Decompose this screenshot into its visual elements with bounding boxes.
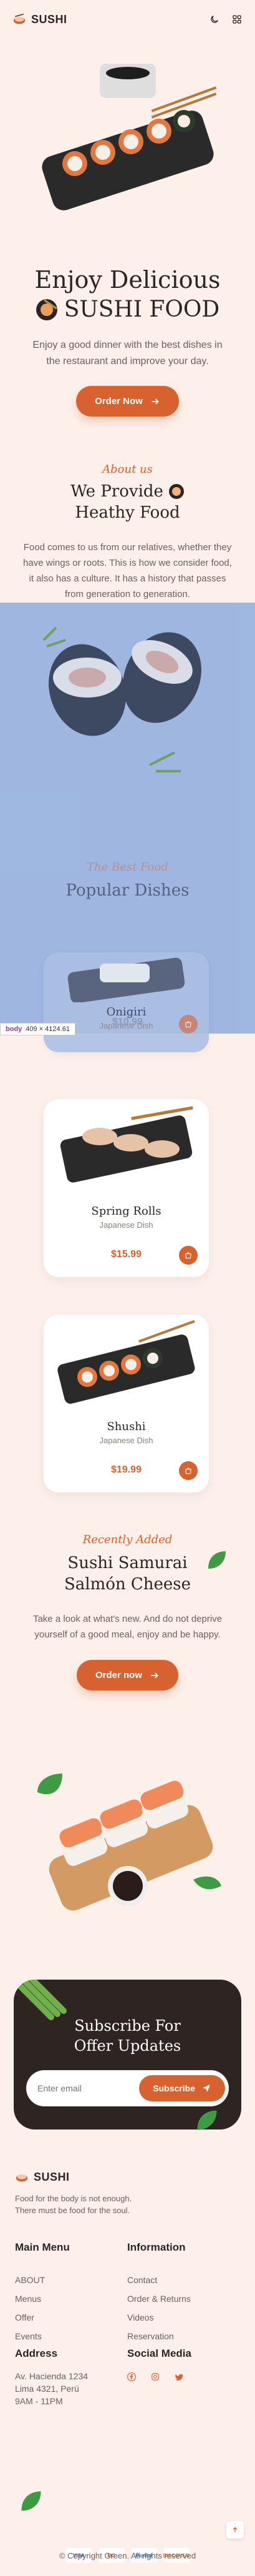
shopping-bag-icon (185, 1468, 191, 1474)
address-text: Av. Hacienda 1234 Lima 4321, Perú 9AM - … (15, 2370, 127, 2407)
dish-card-onigiri[interactable]: Onigiri Japanese Dish (44, 952, 209, 1052)
address-line2: Lima 4321, Perú (15, 2384, 79, 2394)
footer-link-events[interactable]: Events (15, 2331, 127, 2341)
about-text: Food comes to us from our relatives, whe… (23, 542, 232, 600)
site-footer: SUSHI Food for the body is not enough. T… (0, 2170, 255, 2576)
address-title: Address (15, 2347, 58, 2359)
copyright: © Copyright Green. All rights reserved (59, 2551, 196, 2560)
about-tag: About us (102, 463, 153, 476)
popular-title: Popular Dishes (65, 881, 190, 900)
cart-button[interactable] (179, 1461, 198, 1480)
recently-text: Take a look at what's new. And do not de… (32, 1614, 223, 1640)
sushi-logo-icon (13, 14, 26, 24)
logo-text: SUSHI (31, 12, 67, 26)
hero-description: Enjoy a good dinner with the best dishes… (32, 340, 223, 367)
footer-link-menus[interactable]: Menus (15, 2294, 127, 2304)
arrow-right-icon (152, 398, 159, 405)
instagram-icon[interactable] (151, 2372, 160, 2384)
information-column: Information Contact Order & Returns Vide… (127, 2241, 239, 2350)
footer-link-about[interactable]: ABOUT (15, 2275, 127, 2285)
recently-title-line2: Salmón Cheese (64, 1575, 191, 1594)
sushi-plate-icon (168, 484, 184, 499)
about-title: We Provide Heathy Food (0, 481, 255, 523)
dish-type: Japanese Dish (99, 1220, 153, 1230)
shopping-bag-icon (185, 1252, 191, 1259)
order-now-button[interactable]: Order Now (76, 386, 179, 417)
order-now-label: Order now (95, 1670, 142, 1680)
about-title-line1: We Provide (70, 482, 163, 501)
sushi-logo-icon (16, 2174, 28, 2182)
scroll-top-button[interactable] (226, 2521, 244, 2539)
send-icon (203, 2085, 210, 2092)
dish-price: $10.99 (112, 1017, 143, 1027)
cart-button[interactable] (179, 1246, 198, 1265)
about-section: About us We Provide Heathy Food Food com… (0, 463, 255, 602)
footer-description: Food for the body is not enough. There m… (15, 2194, 132, 2215)
footer-link-videos[interactable]: Videos (127, 2312, 239, 2322)
dish-name: Shushi (107, 1420, 146, 1433)
address-line1: Av. Hacienda 1234 (15, 2371, 89, 2381)
address-hours: 9AM - 11PM (15, 2396, 63, 2406)
onigiri-image (67, 957, 185, 1004)
footer-link-reservation[interactable]: Reservation (127, 2331, 239, 2341)
email-input[interactable] (37, 2083, 131, 2093)
footer-link-contact[interactable]: Contact (127, 2275, 239, 2285)
subscribe-label: Subscribe (153, 2083, 195, 2093)
sushi-rolls-image (42, 626, 201, 772)
address-column: Address Av. Hacienda 1234 Lima 4321, Per… (15, 2347, 127, 2407)
shushi-image (57, 1320, 195, 1404)
popular-tag: The Best Food (87, 861, 168, 874)
subscribe-title: Subscribe For Offer Updates (14, 2016, 241, 2056)
dish-type: Japanese Dish (99, 1436, 153, 1445)
information-title: Information (127, 2241, 186, 2253)
footer-link-offer[interactable]: Offer (15, 2312, 127, 2322)
about-title-line2: Heathy Food (75, 503, 180, 522)
arrow-up-icon (233, 2527, 238, 2532)
order-now-label: Order Now (95, 396, 143, 407)
recently-tag: Recently Added (82, 1533, 173, 1546)
leaf-icon (21, 2491, 41, 2511)
subscribe-form: Subscribe (26, 2070, 229, 2106)
subscribe-title-line2: Offer Updates (74, 2037, 181, 2055)
leaf-icon (197, 2110, 217, 2130)
grid-icon[interactable] (231, 14, 243, 25)
leaf-icon (208, 1551, 226, 1569)
dish-card-shushi[interactable]: Shushi Japanese Dish $19.99 (44, 1315, 209, 1493)
social-column: Social Media (127, 2347, 239, 2407)
salmon-sushi-image (0, 1755, 255, 1942)
sushi-bowl-icon (36, 299, 57, 320)
main-menu-column: Main Menu ABOUT Menus Offer Events (15, 2241, 127, 2350)
footer-logo-text: SUSHI (34, 2170, 70, 2183)
subscribe-button[interactable]: Subscribe (139, 2075, 225, 2101)
hero-title: Enjoy Delicious SUSHI FOOD (0, 265, 255, 325)
site-header: SUSHI (0, 0, 255, 39)
main-menu-title: Main Menu (15, 2241, 70, 2253)
subscribe-card: Subscribe For Offer Updates Subscribe (14, 1980, 241, 2129)
highlight-overlay: The Best Food Popular Dishes Onigiri Jap… (0, 603, 255, 1052)
footer-logo[interactable]: SUSHI (15, 2170, 240, 2184)
arrow-right-icon (151, 1672, 158, 1679)
subscribe-title-line1: Subscribe For (74, 2017, 181, 2035)
twitter-icon[interactable] (175, 2372, 183, 2384)
hero-title-line2: SUSHI FOOD (64, 297, 220, 322)
logo[interactable]: SUSHI (12, 12, 67, 26)
hero-sushi-image (0, 39, 255, 226)
cart-button[interactable] (179, 1015, 198, 1034)
hero-title-line1: Enjoy Delicious (34, 266, 221, 294)
spring-rolls-image (60, 1106, 193, 1183)
moon-icon[interactable] (209, 14, 220, 25)
dish-card-spring-rolls[interactable]: Spring Rolls Japanese Dish $15.99 (44, 1099, 209, 1277)
dish-name: Spring Rolls (91, 1205, 161, 1218)
facebook-icon[interactable] (127, 2372, 136, 2384)
shopping-bag-icon (185, 1021, 191, 1028)
social-title: Social Media (127, 2347, 191, 2359)
order-now-button-2[interactable]: Order now (76, 1660, 178, 1690)
footer-link-order-returns[interactable]: Order & Returns (127, 2294, 239, 2304)
